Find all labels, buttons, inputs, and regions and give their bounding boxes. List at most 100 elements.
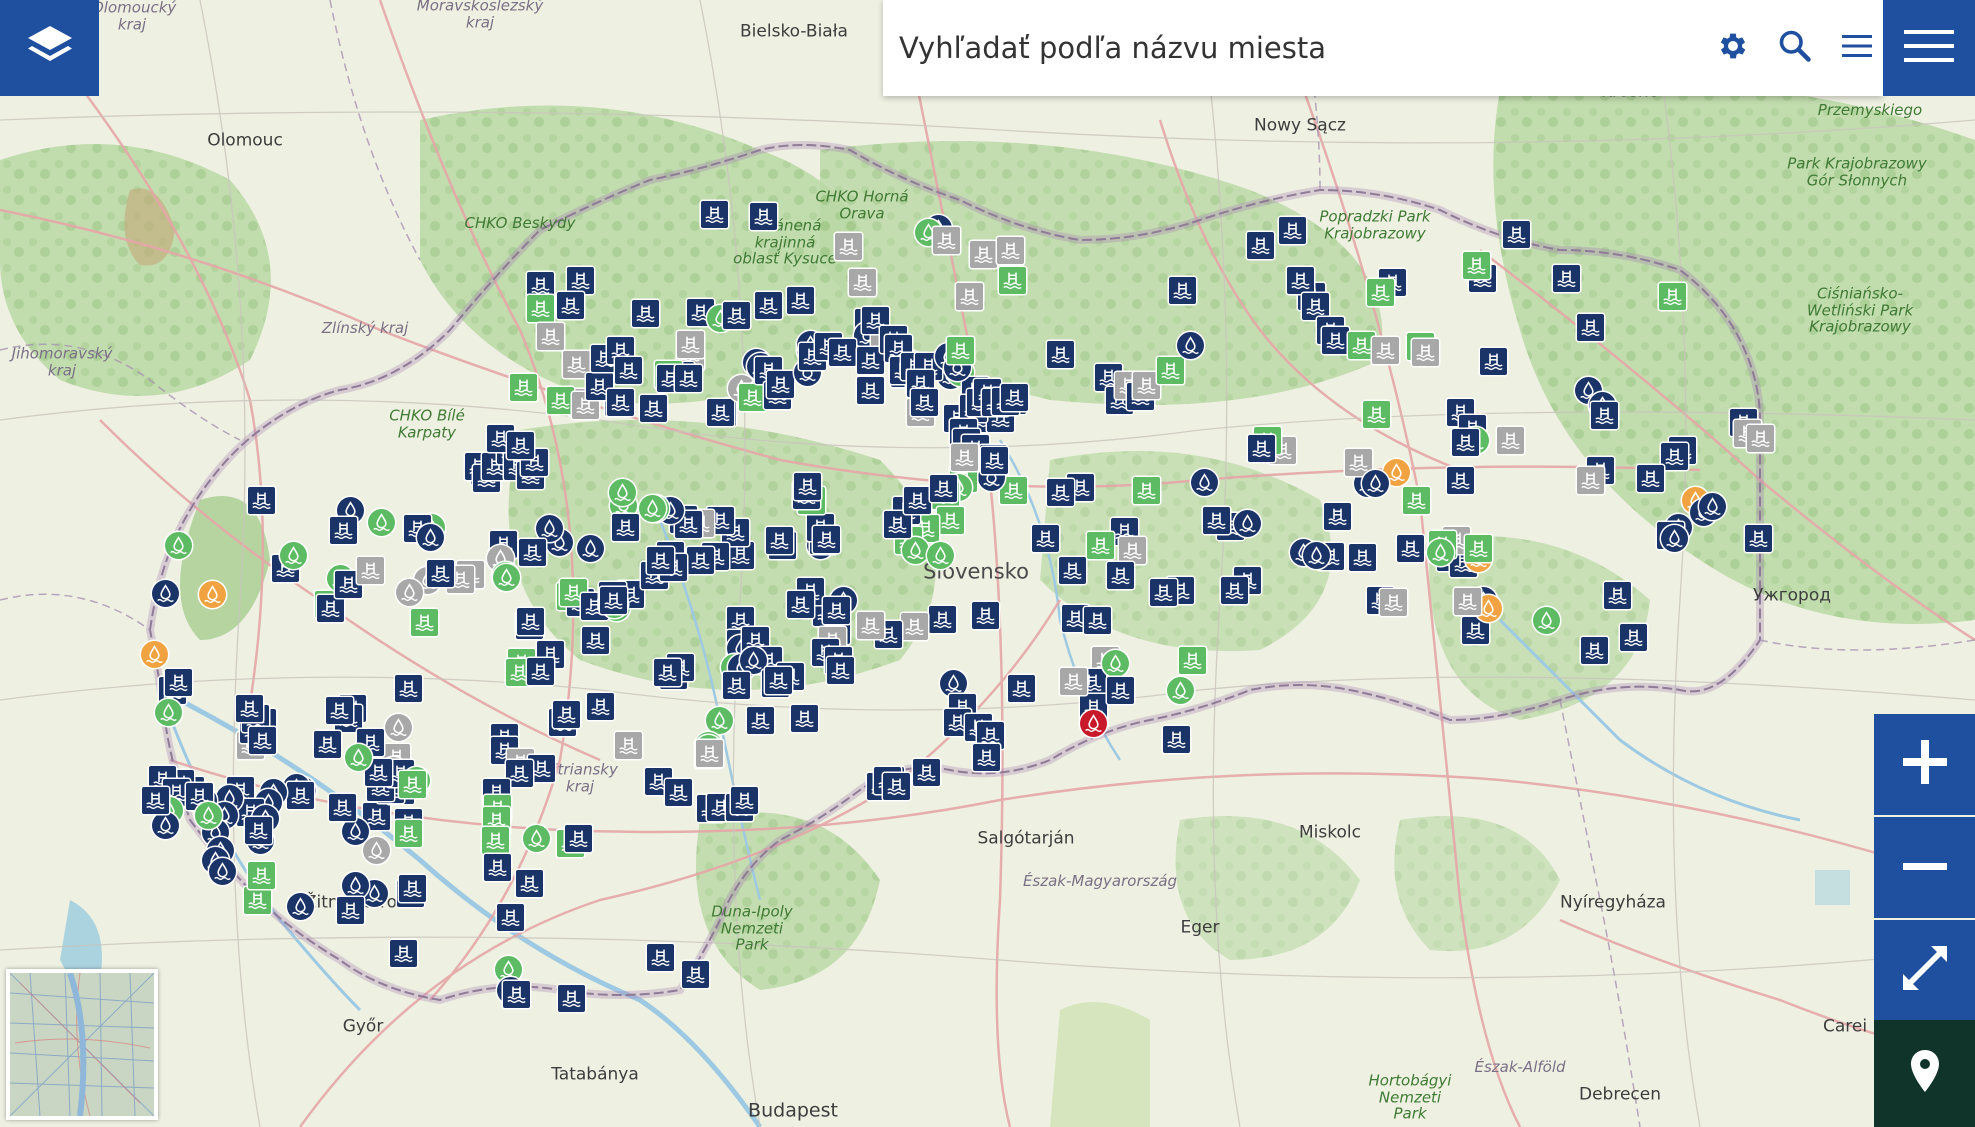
bathing-site-marker[interactable] [547,387,574,414]
bathing-site-marker[interactable] [723,672,750,699]
bathing-site-marker[interactable] [823,597,850,624]
bathing-site-marker[interactable] [245,817,272,844]
bathing-site-marker[interactable] [1577,314,1604,341]
bathing-site-marker[interactable] [516,870,543,897]
bathing-site-marker[interactable] [1412,339,1439,366]
bathing-site-marker[interactable] [497,904,524,931]
bathing-site-marker[interactable] [1324,503,1351,530]
bathing-site-marker[interactable] [615,732,642,759]
bathing-site-marker[interactable] [911,389,938,416]
bathing-site-marker[interactable] [904,487,931,514]
bathing-site-marker[interactable] [314,731,341,758]
bathing-site-marker[interactable] [1452,429,1479,456]
bathing-site-marker[interactable] [1087,532,1114,559]
water-source-marker[interactable] [287,893,314,920]
bathing-site-marker[interactable] [1032,525,1059,552]
water-source-marker[interactable] [280,542,307,569]
settings-button[interactable] [1702,0,1764,96]
bathing-site-marker[interactable] [1349,544,1376,571]
bathing-site-marker[interactable] [999,267,1026,294]
bathing-site-marker[interactable] [411,609,438,636]
bathing-site-marker[interactable] [1372,337,1399,364]
bathing-site-marker[interactable] [527,295,554,322]
water-source-marker[interactable] [940,670,967,697]
bathing-site-marker[interactable] [755,292,782,319]
bathing-site-marker[interactable] [1380,589,1407,616]
bathing-site-marker[interactable] [1047,341,1074,368]
bathing-site-marker[interactable] [687,547,714,574]
bathing-site-marker[interactable] [930,475,957,502]
bathing-site-marker[interactable] [647,547,674,574]
bathing-site-marker[interactable] [330,517,357,544]
bathing-site-marker[interactable] [326,697,353,724]
bathing-site-marker[interactable] [997,237,1024,264]
bathing-site-marker[interactable] [1302,293,1329,320]
bathing-site-marker[interactable] [1248,435,1275,462]
bathing-site-marker[interactable] [794,473,821,500]
water-source-marker[interactable] [609,479,636,506]
water-source-marker[interactable] [1191,469,1218,496]
water-source-marker[interactable] [199,581,226,608]
bathing-site-marker[interactable] [727,542,754,569]
bathing-site-marker[interactable] [557,292,584,319]
bathing-site-marker[interactable] [787,591,814,618]
water-source-marker[interactable] [1427,539,1454,566]
bathing-site-marker[interactable] [723,302,750,329]
bathing-site-marker[interactable] [329,794,356,821]
bathing-site-marker[interactable] [933,227,960,254]
water-source-marker[interactable] [1234,510,1261,537]
bathing-site-marker[interactable] [553,701,580,728]
bathing-site-marker[interactable] [665,779,692,806]
water-source-marker[interactable] [706,707,733,734]
bathing-site-marker[interactable] [1221,577,1248,604]
bathing-site-marker[interactable] [1008,675,1035,702]
bathing-site-marker[interactable] [482,827,509,854]
water-source-marker[interactable] [368,509,395,536]
water-source-marker[interactable] [902,537,929,564]
bathing-site-marker[interactable] [244,887,271,914]
bathing-site-marker[interactable] [1084,607,1111,634]
bathing-site-marker[interactable] [1322,327,1349,354]
bathing-site-marker[interactable] [947,337,974,364]
water-source-marker[interactable] [1699,493,1726,520]
water-source-marker[interactable] [152,580,179,607]
bathing-site-marker[interactable] [1157,357,1184,384]
bathing-site-marker[interactable] [317,595,344,622]
bathing-site-marker[interactable] [399,771,426,798]
bathing-site-marker[interactable] [791,705,818,732]
overview-minimap[interactable] [6,969,158,1120]
bathing-site-marker[interactable] [1279,217,1306,244]
water-source-marker[interactable] [523,825,550,852]
bathing-site-marker[interactable] [1150,579,1177,606]
bathing-site-marker[interactable] [750,203,777,230]
bathing-site-marker[interactable] [849,269,876,296]
list-button[interactable] [1826,0,1888,96]
bathing-site-marker[interactable] [1745,525,1772,552]
bathing-site-marker[interactable] [1163,726,1190,753]
bathing-site-marker[interactable] [1454,588,1481,615]
bathing-site-marker[interactable] [337,897,364,924]
bathing-site-marker[interactable] [1133,477,1160,504]
bathing-site-marker[interactable] [1001,384,1028,411]
bathing-site-marker[interactable] [1179,647,1206,674]
water-source-marker[interactable] [417,524,444,551]
bathing-site-marker[interactable] [287,782,314,809]
bathing-site-marker[interactable] [1363,401,1390,428]
bathing-site-marker[interactable] [647,944,674,971]
bathing-site-marker[interactable] [1247,232,1274,259]
water-source-marker[interactable] [209,858,236,885]
bathing-site-marker[interactable] [1463,252,1490,279]
bathing-site-marker[interactable] [249,727,276,754]
bathing-site-marker[interactable] [937,507,964,534]
water-source-marker[interactable] [639,495,666,522]
bathing-site-marker[interactable] [236,695,263,722]
bathing-site-marker[interactable] [565,825,592,852]
bathing-site-marker[interactable] [1047,479,1074,506]
bathing-site-marker[interactable] [829,339,856,366]
bathing-site-marker[interactable] [607,389,634,416]
water-source-marker[interactable] [155,699,182,726]
bathing-site-marker[interactable] [632,300,659,327]
bathing-site-marker[interactable] [1348,332,1375,359]
bathing-site-marker[interactable] [675,365,702,392]
water-source-marker[interactable] [195,802,222,829]
